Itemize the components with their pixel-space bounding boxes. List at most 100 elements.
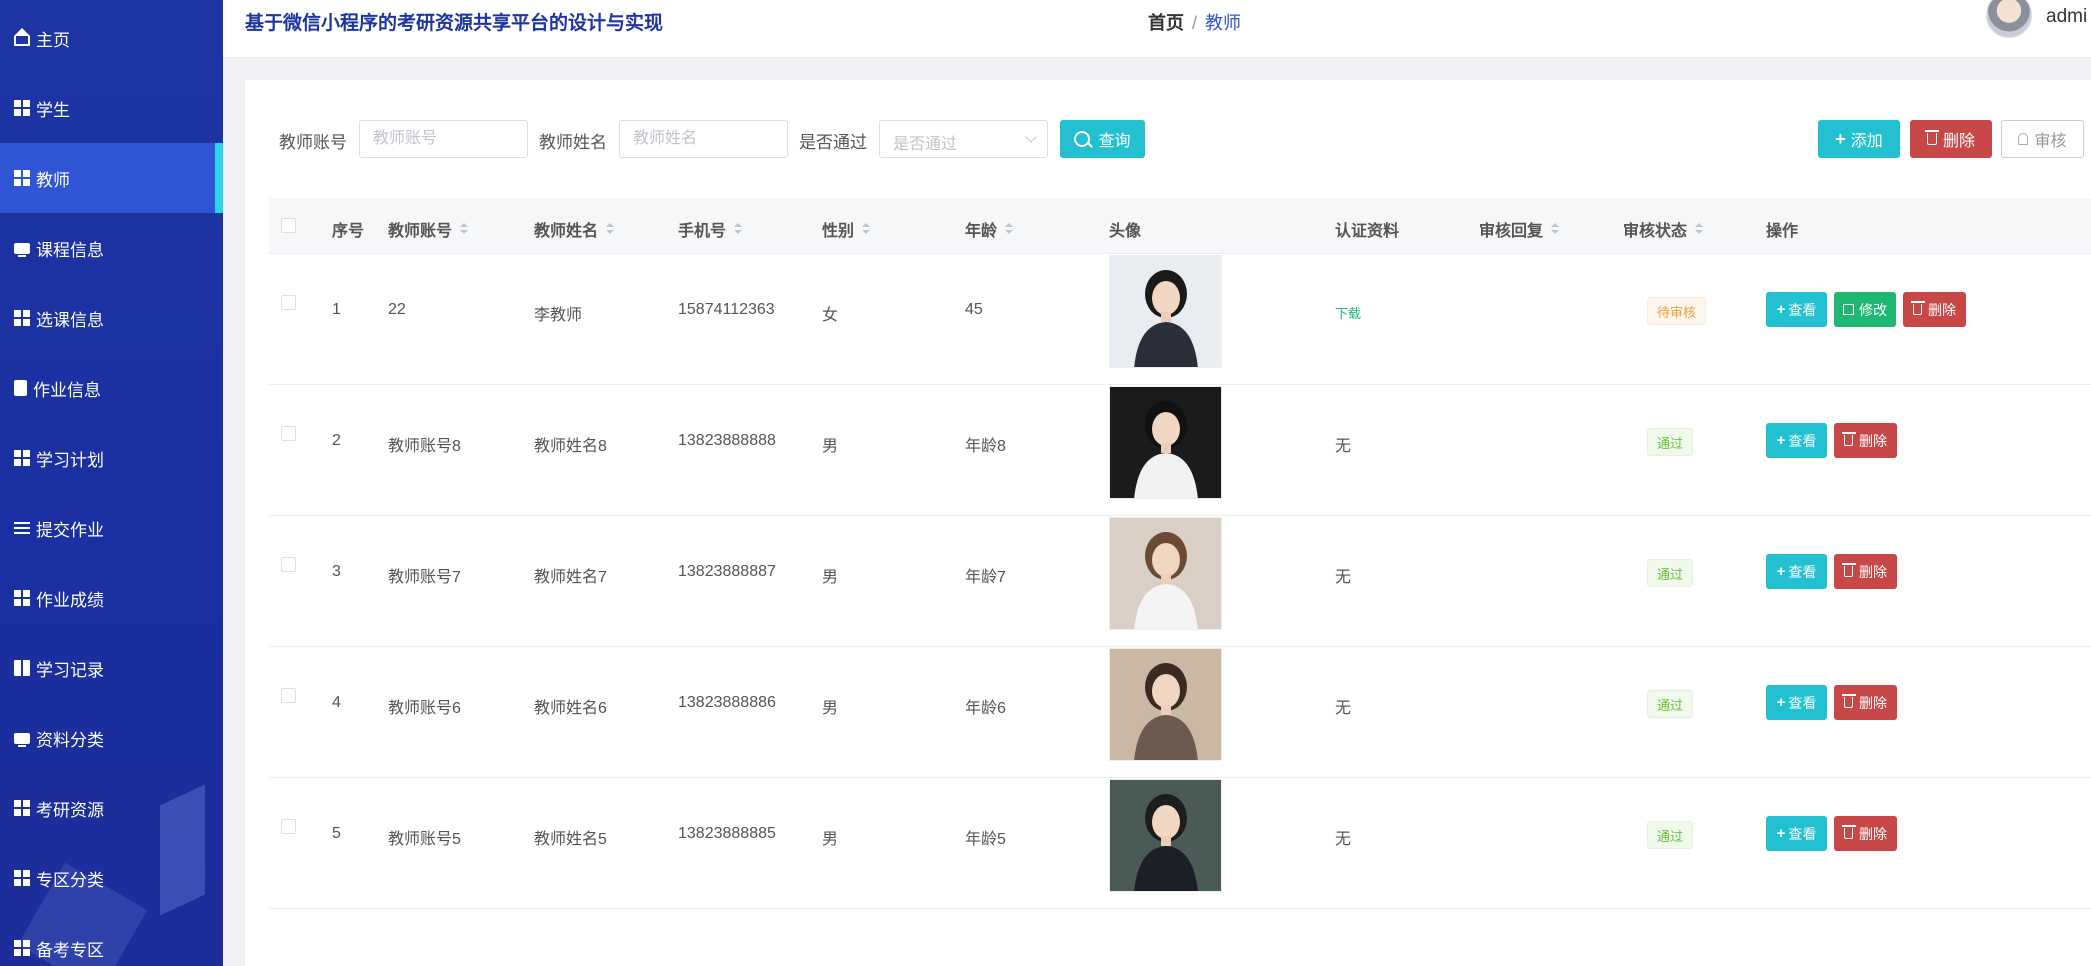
delete-button[interactable]: 删除 (1834, 423, 1897, 458)
sidebar-item-1[interactable]: 学生 (0, 73, 223, 143)
review-button[interactable]: 审核 (2001, 120, 2084, 158)
col-age[interactable]: 年龄 (965, 217, 1014, 241)
sidebar-item-5[interactable]: 作业信息 (0, 353, 223, 423)
cell-cert: 无 (1335, 438, 1352, 455)
view-button[interactable]: + 查看 (1766, 685, 1827, 720)
delete-button-label: 删除 (1859, 694, 1887, 711)
table-row: 3 教师账号7 教师姓名7 13823888887 男 年龄7 无 通过 + 查看 删除 (269, 516, 2091, 647)
view-button-label: 查看 (1788, 563, 1817, 580)
batch-delete-button[interactable]: 删除 (1910, 120, 1992, 158)
username[interactable]: admi (2046, 6, 2087, 28)
review-button-label: 审核 (2034, 133, 2067, 150)
sidebar-item-8[interactable]: 作业成绩 (0, 563, 223, 633)
name-search-input[interactable] (619, 120, 788, 158)
col-name[interactable]: 教师姓名 (534, 217, 615, 241)
sidebar-item-3[interactable]: 课程信息 (0, 213, 223, 283)
sidebar-item-label: 提交作业 (36, 520, 104, 540)
delete-button[interactable]: 删除 (1834, 816, 1897, 851)
avatar[interactable] (1986, 0, 2032, 38)
sliders-icon (14, 520, 30, 536)
delete-button-label: 删除 (1859, 825, 1887, 842)
sort-icon[interactable] (1551, 223, 1560, 235)
grid-icon (14, 100, 30, 116)
row-checkbox[interactable] (281, 295, 296, 310)
teacher-photo[interactable] (1109, 386, 1222, 499)
sort-icon[interactable] (460, 223, 469, 235)
main-content: 教师账号 教师姓名 是否通过 是否通过 查询 +添加 删除 审核 序号 教师账号… (245, 80, 2091, 966)
cell-gender: 男 (822, 569, 839, 586)
breadcrumb-separator: / (1192, 13, 1198, 33)
sidebar-item-10[interactable]: 资料分类 (0, 703, 223, 773)
sort-icon[interactable] (1005, 223, 1014, 235)
row-checkbox[interactable] (281, 557, 296, 572)
view-button[interactable]: + 查看 (1766, 816, 1827, 851)
col-gender-label: 性别 (822, 223, 855, 240)
view-button-label: 查看 (1788, 301, 1817, 318)
delete-button[interactable]: 删除 (1903, 292, 1966, 327)
trash-icon (1911, 301, 1925, 315)
sidebar-item-0[interactable]: 主页 (0, 3, 223, 73)
monitor-icon (14, 242, 30, 257)
add-button[interactable]: + 添加 (1818, 120, 1900, 158)
query-button[interactable]: 查询 (1060, 120, 1145, 158)
sidebar-item-2[interactable]: 教师 (0, 143, 223, 213)
cell-name: 李教师 (534, 307, 583, 324)
row-checkbox[interactable] (281, 819, 296, 834)
pass-filter-label: 是否通过 (799, 133, 867, 152)
plus-icon: + (1835, 128, 1846, 149)
stamp-icon (2018, 133, 2029, 145)
delete-button[interactable]: 删除 (1834, 554, 1897, 589)
cell-phone: 15874112363 (678, 301, 775, 318)
teacher-photo[interactable] (1109, 517, 1222, 630)
pass-select-placeholder: 是否通过 (893, 136, 958, 153)
sidebar-item-6[interactable]: 学习计划 (0, 423, 223, 493)
status-badge: 待审核 (1647, 297, 1707, 325)
cert-download-link[interactable]: 下载 (1335, 303, 1361, 322)
view-button[interactable]: + 查看 (1766, 423, 1827, 458)
col-account-label: 教师账号 (388, 223, 453, 240)
cell-name: 教师姓名7 (534, 569, 607, 586)
sort-icon[interactable] (734, 223, 743, 235)
cell-phone: 13823888886 (678, 694, 776, 711)
teacher-photo[interactable] (1109, 255, 1222, 368)
col-gender[interactable]: 性别 (822, 217, 871, 241)
col-ops: 操作 (1766, 223, 1799, 240)
sidebar-item-12[interactable]: 专区分类 (0, 843, 223, 913)
sidebar-item-13[interactable]: 备考专区 (0, 913, 223, 966)
sidebar-item-label: 选课信息 (36, 310, 104, 330)
breadcrumb-home[interactable]: 首页 (1148, 13, 1184, 33)
view-button-label: 查看 (1788, 825, 1817, 842)
table-row: 5 教师账号5 教师姓名5 13823888885 男 年龄5 无 通过 + 查看 删除 (269, 778, 2091, 909)
table-header: 序号 教师账号 教师姓名 手机号 性别 年龄 头像 认证资料 审核回复 审核状态… (269, 198, 2091, 254)
trash-icon (1842, 432, 1856, 446)
select-all-checkbox[interactable] (281, 218, 296, 233)
sidebar-item-9[interactable]: 学习记录 (0, 633, 223, 703)
col-status[interactable]: 审核状态 (1623, 217, 1704, 241)
sidebar-item-4[interactable]: 选课信息 (0, 283, 223, 353)
sidebar-item-label: 作业信息 (33, 380, 101, 400)
col-account[interactable]: 教师账号 (388, 217, 469, 241)
row-checkbox[interactable] (281, 426, 296, 441)
pass-select[interactable]: 是否通过 (879, 120, 1048, 158)
trash-icon (1842, 825, 1856, 839)
grid-icon (14, 450, 30, 466)
view-button[interactable]: + 查看 (1766, 292, 1827, 327)
view-button[interactable]: + 查看 (1766, 554, 1827, 589)
sort-icon[interactable] (1695, 223, 1704, 235)
delete-button[interactable]: 删除 (1834, 685, 1897, 720)
sidebar-item-label: 学习记录 (36, 660, 104, 680)
cell-index: 1 (332, 301, 341, 318)
teacher-photo[interactable] (1109, 779, 1222, 892)
row-checkbox[interactable] (281, 688, 296, 703)
sidebar-item-7[interactable]: 提交作业 (0, 493, 223, 563)
teacher-photo[interactable] (1109, 648, 1222, 761)
account-search-input[interactable] (359, 120, 528, 158)
col-phone[interactable]: 手机号 (678, 217, 743, 241)
col-cert: 认证资料 (1335, 223, 1400, 240)
col-reply[interactable]: 审核回复 (1479, 217, 1560, 241)
sidebar-item-11[interactable]: 考研资源 (0, 773, 223, 843)
edit-button[interactable]: 修改 (1834, 292, 1896, 327)
col-age-label: 年龄 (965, 223, 998, 240)
sort-icon[interactable] (862, 223, 871, 235)
sort-icon[interactable] (606, 223, 615, 235)
